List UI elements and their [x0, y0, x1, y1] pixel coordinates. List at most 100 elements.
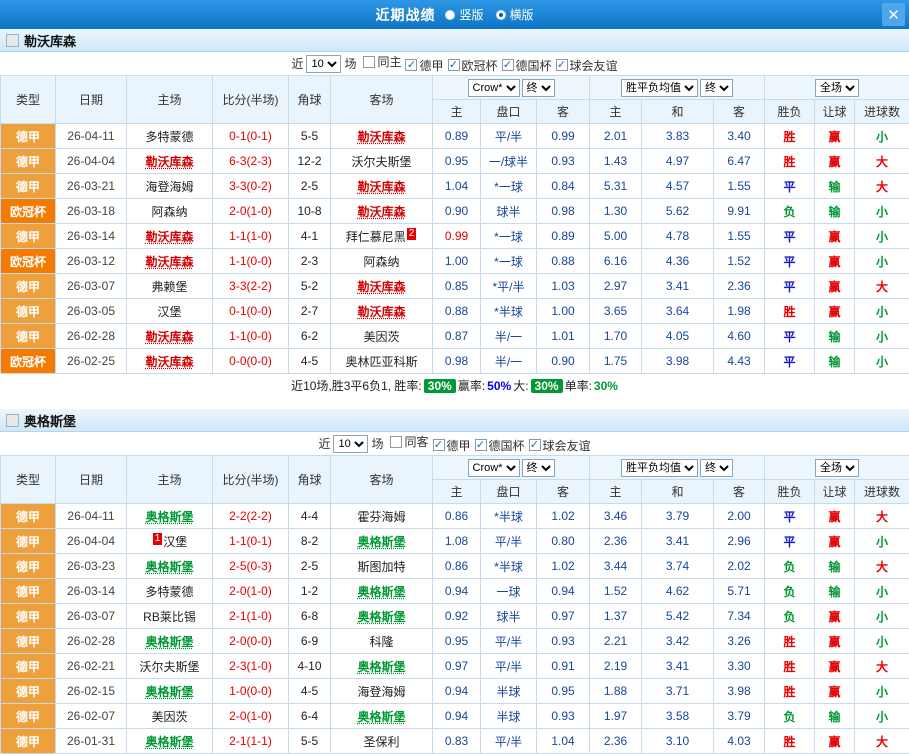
team-link[interactable]: 勒沃库森: [357, 180, 405, 194]
team-link[interactable]: 阿森纳: [363, 255, 399, 269]
filter-checkbox[interactable]: 球会友谊: [556, 57, 618, 74]
europe-odds-select[interactable]: 胜平负均值: [621, 459, 698, 477]
team-link[interactable]: 奥格斯堡: [145, 510, 193, 524]
match-date-cell: 26-02-07: [56, 704, 127, 729]
team-link[interactable]: RB莱比锡: [143, 610, 196, 624]
radio-label: 横版: [510, 6, 534, 23]
team-link[interactable]: 美因茨: [151, 710, 187, 724]
team-link[interactable]: 奥格斯堡: [145, 635, 193, 649]
handicap-odds-cell: *平/半: [481, 274, 537, 299]
checkbox-icon[interactable]: [475, 439, 487, 451]
team-link[interactable]: 多特蒙德: [145, 130, 193, 144]
filter-checkbox[interactable]: 同主: [363, 53, 401, 70]
home-team-cell: 奥格斯堡: [127, 679, 213, 704]
team-link[interactable]: 奥格斯堡: [145, 685, 193, 699]
team-link[interactable]: 沃尔夫斯堡: [139, 660, 199, 674]
filter-checkbox[interactable]: 德甲: [433, 437, 471, 454]
handicap-odds-cell: 0.91: [537, 654, 590, 679]
scope-select[interactable]: 全场: [815, 459, 859, 477]
score-cell: 2-5(0-3): [213, 554, 289, 579]
team-link[interactable]: 美因茨: [363, 330, 399, 344]
team-link[interactable]: 拜仁慕尼黑: [346, 230, 406, 244]
sections-container: 勒沃库森 近 10 场 同主德甲欧冠杯德国杯球会友谊 类型日期主场比分(半场)角…: [0, 29, 909, 754]
filter-checkbox[interactable]: 德国杯: [475, 437, 525, 454]
summary-part: 50%: [487, 379, 511, 393]
team-link[interactable]: 勒沃库森: [145, 330, 193, 344]
team-link[interactable]: 奥格斯堡: [145, 735, 193, 749]
team-link[interactable]: 勒沃库森: [357, 130, 405, 144]
europe-odds-select[interactable]: 终: [700, 79, 733, 97]
team-link[interactable]: 弗赖堡: [151, 280, 187, 294]
team-link[interactable]: 勒沃库森: [145, 255, 193, 269]
team-link[interactable]: 科隆: [369, 635, 393, 649]
team-link[interactable]: 奥格斯堡: [145, 560, 193, 574]
corner-cell: 4-1: [289, 224, 331, 249]
scope-select[interactable]: 全场: [815, 79, 859, 97]
close-icon[interactable]: ✕: [882, 3, 905, 26]
europe-odds-select[interactable]: 终: [700, 459, 733, 477]
checkbox-icon[interactable]: [363, 56, 375, 68]
checkbox-icon[interactable]: [433, 439, 445, 451]
team-link[interactable]: 汉堡: [163, 535, 187, 549]
goals-cell: 大: [855, 554, 909, 579]
checkbox-icon[interactable]: [390, 436, 402, 448]
filter-checkbox[interactable]: 欧冠杯: [448, 57, 498, 74]
league-type-cell: 德甲: [1, 224, 56, 249]
filter-checkbox[interactable]: 同客: [390, 433, 428, 450]
team-link[interactable]: 沃尔夫斯堡: [351, 155, 411, 169]
team-link[interactable]: 汉堡: [157, 305, 181, 319]
team-link[interactable]: 勒沃库森: [357, 205, 405, 219]
radio-vertical[interactable]: 竖版: [445, 6, 483, 23]
team-section: 勒沃库森 近 10 场 同主德甲欧冠杯德国杯球会友谊 类型日期主场比分(半场)角…: [0, 29, 909, 397]
checkbox-icon[interactable]: [502, 59, 514, 71]
team-link[interactable]: 勒沃库森: [145, 155, 193, 169]
filter-checkbox[interactable]: 球会友谊: [529, 437, 591, 454]
goals-cell: 小: [855, 324, 909, 349]
odds-company-select[interactable]: 终: [522, 79, 555, 97]
odds-company-select[interactable]: 终: [522, 459, 555, 477]
checkbox-icon[interactable]: [405, 59, 417, 71]
team-link[interactable]: 多特蒙德: [145, 585, 193, 599]
europe-odds-select[interactable]: 胜平负均值: [621, 79, 698, 97]
result-cell: 胜: [765, 299, 815, 324]
team-link[interactable]: 勒沃库森: [145, 355, 193, 369]
europe-odds-cell: 6.47: [714, 149, 765, 174]
team-link[interactable]: 勒沃库森: [357, 280, 405, 294]
match-date-cell: 26-03-14: [56, 224, 127, 249]
team-link[interactable]: 奥格斯堡: [357, 585, 405, 599]
team-link[interactable]: 奥格斯堡: [357, 535, 405, 549]
filter-checkbox[interactable]: 德甲: [405, 57, 443, 74]
team-link[interactable]: 奥格斯堡: [357, 660, 405, 674]
europe-odds-cell: 1.52: [590, 579, 642, 604]
handicap-odds-cell: 1.02: [537, 554, 590, 579]
checkbox-icon[interactable]: [556, 59, 568, 71]
team-link[interactable]: 阿森纳: [151, 205, 187, 219]
handicap-odds-cell: 平/半: [481, 529, 537, 554]
sub-column-header: 和: [642, 100, 714, 124]
match-count-select[interactable]: 10: [333, 435, 368, 453]
match-count-select[interactable]: 10: [306, 55, 341, 73]
result-cell: 胜: [765, 654, 815, 679]
filter-checkbox[interactable]: 德国杯: [502, 57, 552, 74]
checkbox-icon[interactable]: [529, 439, 541, 451]
team-link[interactable]: 奥格斯堡: [357, 710, 405, 724]
handicap-odds-cell: *一球: [481, 174, 537, 199]
odds-company-select[interactable]: Crow*: [468, 459, 520, 477]
checkbox-icon[interactable]: [448, 59, 460, 71]
team-link[interactable]: 斯图加特: [357, 560, 405, 574]
team-link[interactable]: 奥林匹亚科斯: [345, 355, 417, 369]
team-link[interactable]: 勒沃库森: [357, 305, 405, 319]
europe-odds-cell: 5.31: [590, 174, 642, 199]
europe-odds-cell: 1.55: [714, 224, 765, 249]
team-link[interactable]: 海登海姆: [145, 180, 193, 194]
team-link[interactable]: 霍芬海姆: [357, 510, 405, 524]
team-link[interactable]: 圣保利: [363, 735, 399, 749]
team-link[interactable]: 海登海姆: [357, 685, 405, 699]
odds-company-select[interactable]: Crow*: [468, 79, 520, 97]
sub-column-header: 让球: [815, 100, 855, 124]
filter-checkboxes: 同客德甲德国杯球会友谊: [386, 433, 590, 454]
radio-horizontal[interactable]: 横版: [496, 6, 534, 23]
team-link[interactable]: 奥格斯堡: [357, 610, 405, 624]
team-link[interactable]: 勒沃库森: [145, 230, 193, 244]
result-cell: 平: [765, 274, 815, 299]
